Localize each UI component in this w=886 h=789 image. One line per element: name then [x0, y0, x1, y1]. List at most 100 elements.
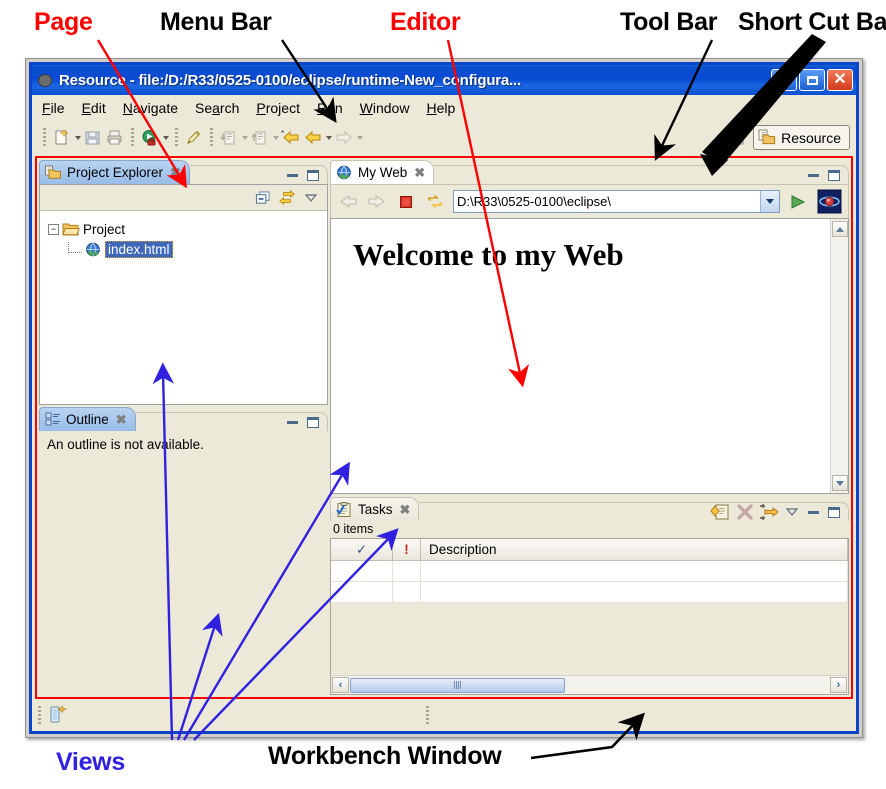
view-project-explorer: Project Explorer ✖ − Project index.html [39, 160, 328, 405]
new-wizard-icon[interactable] [51, 127, 73, 149]
tasks-horizontal-scrollbar[interactable]: ‹ › [331, 675, 848, 694]
tab-outline[interactable]: Outline ✖ [39, 407, 136, 431]
column-header-priority[interactable]: ! [393, 539, 421, 560]
view-menu-icon[interactable] [303, 190, 319, 206]
tree-item-project[interactable]: − Project [48, 219, 327, 239]
column-header-description[interactable]: Description [421, 539, 848, 560]
forward-history-icon [333, 127, 355, 149]
web-browser-icon [337, 165, 351, 180]
link-with-editor-icon[interactable] [279, 189, 295, 206]
tab-project-explorer-label: Project Explorer [67, 165, 164, 180]
tasks-table-header: ✓ ! Description [331, 539, 848, 561]
close-icon[interactable]: ✖ [414, 165, 425, 181]
scroll-left-button[interactable]: ‹ [332, 677, 349, 693]
tab-tasks[interactable]: Tasks ✖ [330, 497, 420, 521]
view-tasks: Tasks ✖ 0 items ✓ ! Description ‹ › [330, 497, 849, 695]
maximize-icon[interactable] [826, 504, 842, 520]
refresh-icon[interactable] [424, 191, 446, 213]
title-bar: Resource - file:/D:/R33/0525-0100/eclips… [32, 65, 856, 95]
maximize-button[interactable] [799, 69, 825, 91]
toolbar-grip-3[interactable] [175, 128, 178, 147]
toolbar-grip-4[interactable] [210, 128, 213, 147]
maximize-icon[interactable] [305, 167, 321, 183]
menu-project[interactable]: Project [256, 100, 300, 116]
tab-my-web[interactable]: My Web ✖ [330, 160, 435, 184]
close-icon[interactable]: ✖ [170, 165, 181, 181]
scroll-right-button[interactable]: › [830, 677, 847, 693]
minimize-icon[interactable] [284, 414, 300, 430]
maximize-icon[interactable] [305, 414, 321, 430]
back-to-icon[interactable]: * [280, 127, 302, 149]
progress-indicator-icon[interactable] [47, 704, 69, 726]
toolbar-grip[interactable] [43, 128, 46, 147]
outline-tab-row: Outline ✖ [39, 407, 328, 431]
scroll-up-button[interactable] [831, 221, 848, 237]
left-view-column: Project Explorer ✖ − Project index.html … [37, 158, 330, 697]
window-title: Resource - file:/D:/R33/0525-0100/eclips… [59, 71, 521, 89]
url-combo[interactable]: D:\R33\0525-0100\eclipse\ [453, 190, 780, 213]
tasks-item-count: 0 items [330, 521, 849, 538]
view-outline: Outline ✖ An outline is not available. [39, 407, 328, 695]
tab-tasks-label: Tasks [358, 502, 393, 517]
menu-file[interactable]: File [42, 100, 65, 116]
url-input[interactable]: D:\R33\0525-0100\eclipse\ [454, 194, 760, 209]
expander-icon[interactable]: − [48, 223, 59, 235]
minimize-icon[interactable] [805, 167, 821, 183]
stop-icon[interactable] [395, 191, 417, 213]
perspective-resource-button[interactable]: Resource [753, 125, 850, 150]
status-grip[interactable] [38, 705, 41, 725]
view-menu-icon[interactable] [784, 504, 800, 520]
maximize-icon[interactable] [826, 167, 842, 183]
collapse-all-icon[interactable] [255, 190, 271, 206]
run-dropdown-arrow[interactable] [161, 127, 170, 149]
tree-item-index-html[interactable]: index.html [48, 239, 327, 259]
next-annotation-dropdown-arrow [240, 127, 249, 149]
outline-body: An outline is not available. [39, 431, 328, 695]
menu-edit[interactable]: Edit [82, 100, 106, 116]
status-grip-2[interactable] [426, 705, 429, 725]
toolbar-grip-2[interactable] [131, 128, 134, 147]
project-explorer-toolbar [40, 185, 327, 211]
table-row[interactable] [331, 582, 848, 603]
column-header-checkmark[interactable]: ✓ [331, 539, 393, 560]
go-icon[interactable] [787, 191, 809, 213]
scroll-down-button[interactable] [831, 475, 848, 491]
filter-icon[interactable] [759, 503, 779, 522]
outline-icon [45, 412, 60, 426]
tab-project-explorer[interactable]: Project Explorer ✖ [39, 160, 190, 184]
tab-my-web-label: My Web [358, 165, 408, 180]
tasks-tab-fill [419, 502, 849, 521]
previous-annotation-icon [249, 127, 271, 149]
backward-history-dropdown-arrow[interactable] [324, 127, 333, 149]
close-icon[interactable]: ✖ [400, 502, 411, 518]
editor-vertical-scrollbar[interactable] [830, 219, 848, 493]
open-perspective-icon[interactable] [728, 127, 750, 149]
close-icon[interactable]: ✖ [116, 412, 127, 428]
menu-search[interactable]: Search [195, 100, 239, 116]
eclipse-globe-icon [37, 72, 54, 89]
perspective-label: Resource [781, 129, 841, 146]
add-task-icon[interactable] [710, 503, 730, 522]
chevron-down-icon[interactable] [760, 191, 779, 212]
backward-history-icon[interactable] [302, 127, 324, 149]
minimize-button[interactable] [771, 69, 797, 91]
menu-run[interactable]: Run [317, 100, 343, 116]
previous-annotation-dropdown-arrow [271, 127, 280, 149]
tab-outline-label: Outline [66, 412, 109, 427]
tasks-icon [336, 501, 351, 517]
search-icon[interactable] [183, 127, 205, 149]
minimize-icon[interactable] [805, 504, 821, 520]
new-wizard-dropdown-arrow[interactable] [73, 127, 82, 149]
browser-content: Welcome to my Web [330, 218, 849, 494]
menu-help[interactable]: Help [426, 100, 455, 116]
table-row[interactable] [331, 561, 848, 582]
print-icon [104, 127, 126, 149]
minimize-icon[interactable] [284, 167, 300, 183]
forward-history-dropdown-arrow [355, 127, 364, 149]
run-icon[interactable] [139, 127, 161, 149]
home-icon[interactable] [816, 189, 842, 215]
scrollbar-thumb[interactable] [350, 677, 565, 693]
close-button[interactable]: ✕ [827, 69, 853, 91]
menu-window[interactable]: Window [360, 100, 410, 116]
menu-navigate[interactable]: Navigate [123, 100, 178, 116]
